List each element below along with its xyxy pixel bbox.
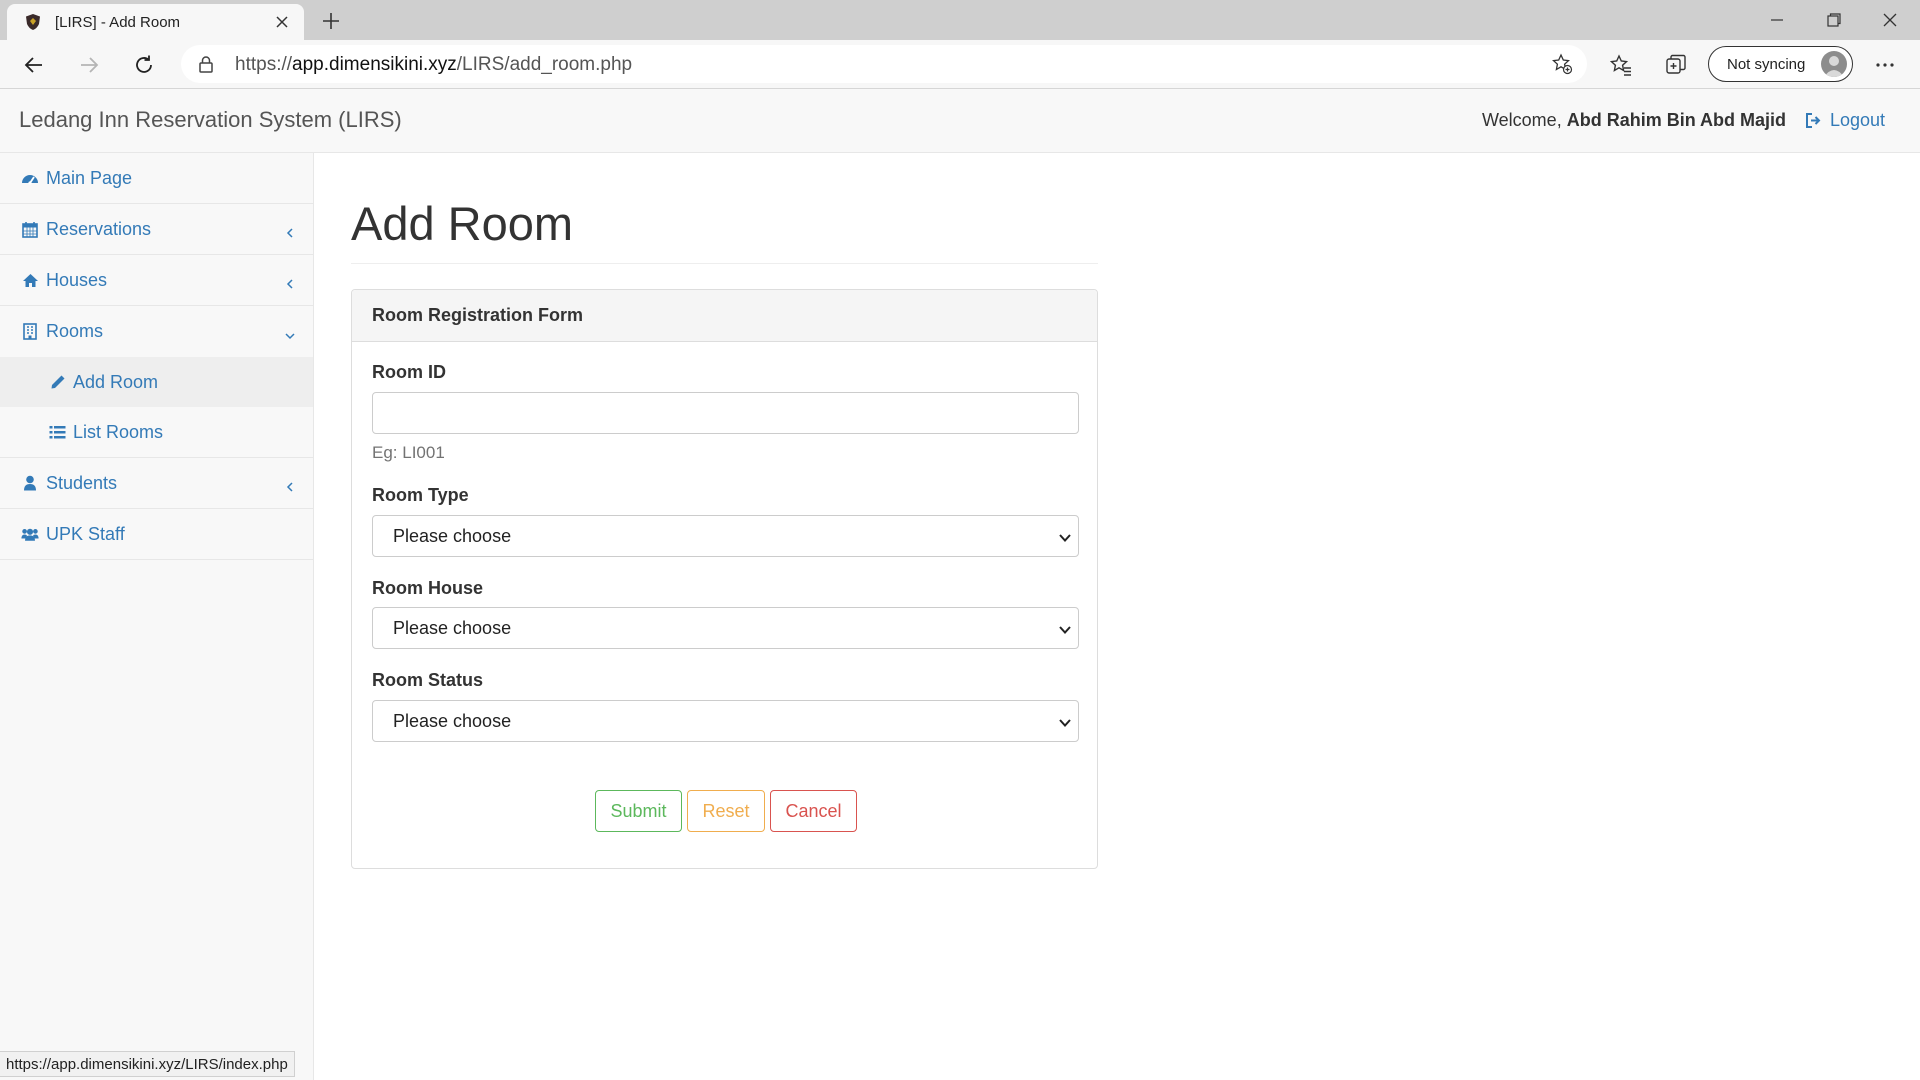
reset-button[interactable]: Reset	[687, 790, 765, 832]
cancel-button[interactable]: Cancel	[770, 790, 857, 832]
title-divider	[351, 263, 1098, 264]
refresh-icon[interactable]	[128, 49, 160, 81]
close-icon[interactable]	[272, 12, 292, 32]
more-icon[interactable]	[1871, 51, 1899, 79]
sidebar-item-students[interactable]: Students	[0, 458, 313, 509]
web-page: Ledang Inn Reservation System (LIRS) Wel…	[0, 89, 1920, 1080]
room-house-label: Room House	[372, 578, 484, 598]
shield-favicon-icon	[24, 13, 42, 31]
sidebar-item-label: Main Page	[46, 167, 133, 188]
browser-tabstrip: [LIRS] - Add Room	[0, 0, 1920, 40]
room-house-value: Please choose	[393, 617, 512, 638]
sidebar-item-label: Reservations	[46, 218, 152, 239]
room-type-select[interactable]: Please choose	[372, 515, 1079, 557]
sign-out-icon	[1805, 112, 1822, 129]
chevron-down-icon	[1058, 623, 1072, 635]
status-bar-url: https://app.dimensikini.xyz/LIRS/index.p…	[0, 1051, 295, 1077]
back-arrow-icon[interactable]	[18, 49, 50, 81]
room-id-help: Eg: LI001	[372, 443, 445, 462]
room-status-select[interactable]: Please choose	[372, 700, 1079, 742]
chevron-left-icon	[284, 477, 296, 492]
room-id-input[interactable]	[372, 392, 1079, 434]
room-status-value: Please choose	[393, 710, 512, 731]
sidebar-item-label: Houses	[46, 269, 108, 290]
browser-tab[interactable]: [LIRS] - Add Room	[7, 4, 304, 40]
chevron-left-icon	[284, 223, 296, 238]
minimize-icon[interactable]	[1763, 6, 1791, 34]
address-bar[interactable]: https://app.dimensikini.xyz/LIRS/add_roo…	[181, 45, 1587, 83]
users-icon	[21, 525, 39, 543]
sidebar-item-reservations[interactable]: Reservations	[0, 204, 313, 255]
submit-button[interactable]: Submit	[595, 790, 682, 832]
list-icon	[49, 424, 66, 441]
lock-icon[interactable]	[197, 55, 215, 73]
dashboard-icon	[21, 169, 39, 187]
sidebar-subitem-label: List Rooms	[73, 421, 164, 442]
logout-label: Logout	[1830, 110, 1886, 130]
url-text: https://app.dimensikini.xyz/LIRS/add_roo…	[235, 54, 633, 75]
add-favorite-icon[interactable]	[1551, 53, 1573, 75]
panel-heading: Room Registration Form	[352, 290, 1097, 342]
user-icon	[21, 474, 39, 492]
rooms-submenu: Add Room List Rooms	[0, 357, 313, 458]
sync-label: Not syncing	[1727, 55, 1806, 73]
sync-button[interactable]: Not syncing	[1708, 46, 1853, 82]
pencil-icon	[49, 374, 66, 391]
chevron-down-icon	[1058, 716, 1072, 728]
building-icon	[21, 323, 39, 341]
restore-icon[interactable]	[1820, 6, 1848, 34]
app-navbar: Ledang Inn Reservation System (LIRS) Wel…	[0, 89, 1920, 153]
sidebar-item-rooms[interactable]: Rooms	[0, 306, 313, 357]
plus-icon[interactable]	[318, 8, 344, 34]
sidebar-item-houses[interactable]: Houses	[0, 255, 313, 306]
room-registration-panel: Room Registration Form Room ID Eg: LI001…	[351, 289, 1098, 869]
profile-icon	[1821, 51, 1847, 77]
page-title: Add Room	[351, 197, 574, 250]
sidebar-item-upk-staff[interactable]: UPK Staff	[0, 509, 313, 560]
collections-icon[interactable]	[1662, 51, 1690, 79]
calendar-icon	[21, 220, 39, 238]
sidebar-item-main-page[interactable]: Main Page	[0, 153, 313, 204]
home-icon	[21, 271, 39, 289]
chevron-down-icon	[284, 326, 296, 339]
room-type-value: Please choose	[393, 525, 512, 546]
user-name: Abd Rahim Bin Abd Majid	[1566, 110, 1787, 130]
welcome-text: Welcome, Abd Rahim Bin Abd Majid	[1482, 110, 1787, 130]
sidebar: Main Page Reservations Houses Rooms Add …	[0, 153, 314, 1080]
close-window-icon[interactable]	[1876, 6, 1904, 34]
sidebar-item-label: Students	[46, 472, 118, 493]
forward-arrow-icon[interactable]	[73, 49, 105, 81]
favorites-icon[interactable]	[1607, 51, 1635, 79]
sidebar-subitem-add-room[interactable]: Add Room	[0, 357, 313, 407]
sidebar-item-label: Rooms	[46, 321, 104, 341]
chevron-left-icon	[284, 274, 296, 289]
sidebar-subitem-list-rooms[interactable]: List Rooms	[0, 407, 313, 457]
chevron-down-icon	[1058, 531, 1072, 543]
sidebar-subitem-label: Add Room	[73, 371, 159, 392]
room-id-label: Room ID	[372, 362, 446, 382]
logout-link[interactable]: Logout	[1805, 110, 1885, 131]
room-house-select[interactable]: Please choose	[372, 607, 1079, 649]
browser-toolbar: https://app.dimensikini.xyz/LIRS/add_roo…	[0, 40, 1920, 89]
room-status-label: Room Status	[372, 670, 484, 690]
room-type-label: Room Type	[372, 485, 469, 505]
tab-title: [LIRS] - Add Room	[55, 13, 181, 31]
brand-title[interactable]: Ledang Inn Reservation System (LIRS)	[19, 107, 402, 133]
sidebar-item-label: UPK Staff	[46, 523, 125, 544]
